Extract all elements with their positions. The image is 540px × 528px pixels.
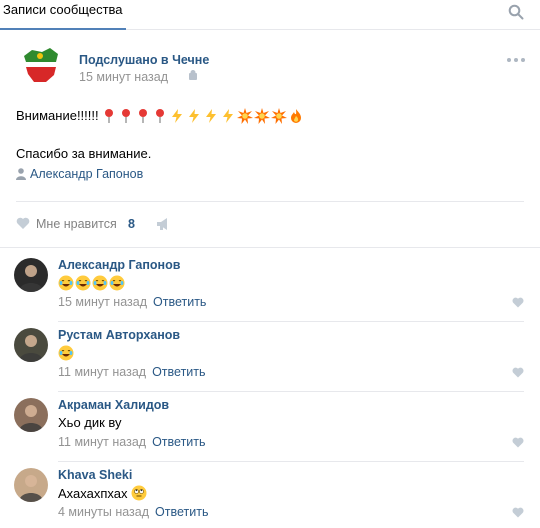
heart-icon[interactable] bbox=[512, 297, 524, 308]
like-count[interactable]: 8 bbox=[128, 217, 135, 231]
comment: Александр Гапонов 15 минут назад Ответить bbox=[14, 258, 524, 322]
heart-icon[interactable] bbox=[512, 367, 524, 378]
comment-meta: 11 минут назад Ответить bbox=[58, 435, 206, 449]
post-header: Подслушано в Чечне 15 минут назад bbox=[16, 40, 526, 92]
comment: Khava Sheki Ахахахпхах 4 минуты назад Ответ… bbox=[14, 468, 524, 528]
commenter-avatar[interactable] bbox=[14, 468, 48, 502]
commenter-avatar[interactable] bbox=[14, 258, 48, 292]
avatar-photo-icon bbox=[14, 328, 48, 362]
comment-author-link[interactable]: Рустам Авторханов bbox=[58, 328, 180, 342]
zap-emoji-icon bbox=[203, 108, 219, 124]
boom-emoji-icon bbox=[270, 107, 287, 124]
comment-text: Ахахахпхах bbox=[58, 485, 148, 501]
comment-timestamp[interactable]: 11 минут назад bbox=[58, 435, 146, 449]
comment-text-content: Ахахахпхах bbox=[58, 486, 128, 501]
comment-divider bbox=[58, 321, 524, 322]
comment-divider bbox=[58, 461, 524, 462]
like-button[interactable]: Мне нравится bbox=[36, 217, 117, 231]
chechnya-map-logo-icon bbox=[16, 42, 66, 92]
signer-name-link[interactable]: Александр Гапонов bbox=[30, 167, 143, 181]
comment-meta: 4 минуты назад Ответить bbox=[58, 505, 208, 519]
zap-emoji-icon bbox=[169, 108, 185, 124]
comment-meta: 15 минут назад Ответить bbox=[58, 295, 206, 309]
pin-emoji-icon bbox=[152, 108, 168, 124]
post-author-link[interactable]: Подслушано в Чечне bbox=[79, 53, 209, 67]
commenter-avatar[interactable] bbox=[14, 328, 48, 362]
comment-timestamp[interactable]: 15 минут назад bbox=[58, 295, 147, 309]
search-icon[interactable] bbox=[508, 4, 524, 20]
comment-divider bbox=[58, 391, 524, 392]
wall-header: Записи сообщества bbox=[0, 0, 540, 30]
comment-timestamp[interactable]: 11 минут назад bbox=[58, 365, 146, 379]
pin-emoji-icon bbox=[101, 108, 117, 124]
comment-author-link[interactable]: Акраман Халидов bbox=[58, 398, 169, 412]
pin-emoji-icon bbox=[135, 108, 151, 124]
laugh-emoji-icon bbox=[58, 345, 74, 361]
pin-emoji-icon bbox=[118, 108, 134, 124]
post-text-prefix: Внимание!!!!!! bbox=[16, 108, 99, 123]
reply-button[interactable]: Ответить bbox=[155, 505, 208, 519]
rolleyes-emoji-icon bbox=[131, 485, 147, 501]
commenter-avatar[interactable] bbox=[14, 398, 48, 432]
avatar-photo-icon bbox=[14, 468, 48, 502]
android-icon bbox=[189, 70, 197, 80]
post-text-line: Спасибо за внимание. bbox=[16, 146, 152, 161]
heart-icon[interactable] bbox=[512, 437, 524, 448]
user-icon bbox=[16, 168, 26, 180]
divider bbox=[0, 247, 540, 248]
laugh-emoji-icon bbox=[58, 275, 74, 291]
laugh-emoji-icon bbox=[109, 275, 125, 291]
fire-emoji-icon bbox=[288, 108, 304, 124]
avatar-photo-icon bbox=[14, 258, 48, 292]
heart-icon[interactable] bbox=[16, 217, 30, 230]
comment-text bbox=[58, 345, 75, 361]
boom-emoji-icon bbox=[253, 107, 270, 124]
comment-meta: 11 минут назад Ответить bbox=[58, 365, 206, 379]
laugh-emoji-icon bbox=[92, 275, 108, 291]
zap-emoji-icon bbox=[186, 108, 202, 124]
reply-button[interactable]: Ответить bbox=[152, 365, 205, 379]
comment: Рустам Авторханов 11 минут назад Ответить bbox=[14, 328, 524, 392]
megaphone-icon[interactable] bbox=[156, 217, 170, 231]
avatar-photo-icon bbox=[14, 398, 48, 432]
laugh-emoji-icon bbox=[75, 275, 91, 291]
boom-emoji-icon bbox=[236, 107, 253, 124]
comment-timestamp[interactable]: 4 минуты назад bbox=[58, 505, 149, 519]
more-options-icon[interactable] bbox=[506, 57, 526, 63]
comment: Акраман Халидов Хьо дик ву 11 минут назад О… bbox=[14, 398, 524, 462]
post-text: Внимание!!!!!! bbox=[16, 107, 305, 126]
comment-text-content: Хьо дик ву bbox=[58, 415, 122, 430]
reply-button[interactable]: Ответить bbox=[153, 295, 206, 309]
comment-author-link[interactable]: Александр Гапонов bbox=[58, 258, 180, 272]
tab-community-posts[interactable]: Записи сообщества bbox=[0, 0, 126, 30]
community-avatar[interactable] bbox=[16, 42, 66, 92]
post-emoji-row bbox=[101, 107, 305, 126]
comment-text: Хьо дик ву bbox=[58, 415, 122, 430]
comment-text bbox=[58, 275, 126, 291]
comment-author-link[interactable]: Khava Sheki bbox=[58, 468, 132, 482]
heart-icon[interactable] bbox=[512, 507, 524, 518]
divider bbox=[16, 201, 524, 202]
reply-button[interactable]: Ответить bbox=[152, 435, 205, 449]
post-timestamp[interactable]: 15 минут назад bbox=[79, 70, 168, 84]
zap-emoji-icon bbox=[220, 108, 236, 124]
